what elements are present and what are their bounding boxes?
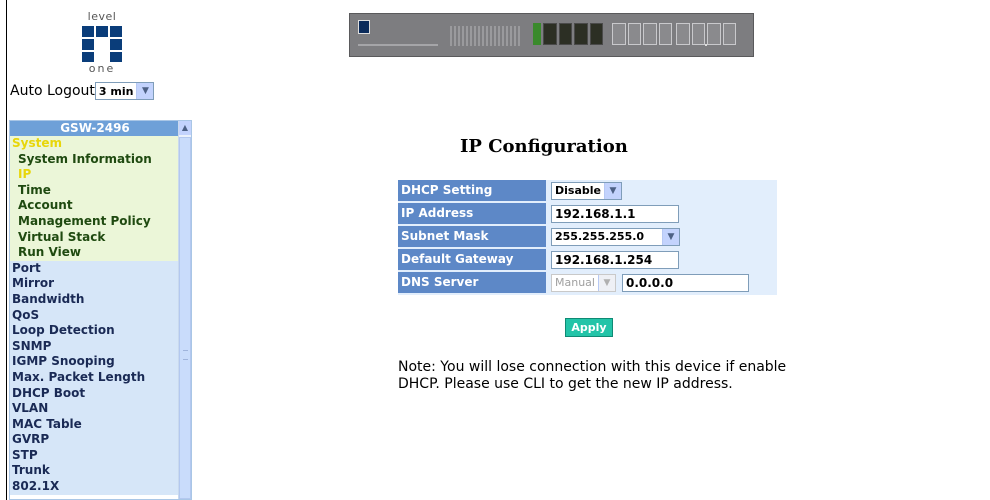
auto-logout-select[interactable]: 3 min ▼ (94, 82, 155, 100)
chevron-down-icon: ▼ (597, 274, 615, 291)
ip-address-label: IP Address (398, 203, 546, 224)
sidebar-item-run-view[interactable]: Run View (10, 245, 180, 261)
brand-mark-icon (82, 26, 122, 62)
sidebar-item-virtual-stack[interactable]: Virtual Stack (10, 229, 180, 246)
dhcp-setting-select[interactable]: Disable ▼ (551, 181, 622, 200)
brand-word-top: level (87, 10, 117, 23)
scroll-thumb[interactable] (179, 137, 191, 499)
subnet-mask-value: 255.255.255.0 (555, 230, 645, 243)
chevron-down-icon[interactable]: ▼ (136, 83, 154, 99)
sidebar-item-bandwidth[interactable]: Bandwidth (10, 291, 180, 308)
sidebar-item-ip[interactable]: IP (10, 167, 180, 183)
ip-address-input[interactable]: 192.168.1.1 (551, 204, 679, 223)
default-gateway-row: Default Gateway 192.168.1.254 (398, 249, 777, 270)
sidebar-scrollbar[interactable]: ▲ (178, 121, 191, 499)
dhcp-warning-note: Note: You will lose connection with this… (398, 359, 787, 392)
dhcp-setting-value: Disable (555, 184, 601, 197)
sfp-port-group-2 (676, 23, 736, 45)
sfp-port-group-1 (612, 23, 672, 45)
sidebar-item-qos[interactable]: QoS (10, 307, 180, 324)
device-dot (705, 44, 707, 46)
subnet-mask-row: Subnet Mask 255.255.255.0 ▼ (398, 226, 777, 247)
sidebar-item-mac-table[interactable]: MAC Table (10, 416, 180, 433)
port-led-icon (533, 23, 541, 45)
dns-mode-select: Manual ▼ (551, 273, 616, 292)
sidebar-item-time[interactable]: Time (10, 182, 180, 199)
subnet-mask-select[interactable]: 255.255.255.0 ▼ (551, 227, 680, 246)
rj45-port-group (543, 23, 603, 45)
device-model-text (358, 44, 438, 46)
auto-logout-value: 3 min (98, 84, 134, 98)
ip-config-table: DHCP Setting Disable ▼ IP Address 192.16… (398, 180, 777, 295)
sidebar-item-dhcp-boot[interactable]: DHCP Boot (10, 385, 180, 402)
chevron-down-icon[interactable]: ▼ (603, 182, 621, 199)
chevron-down-icon[interactable]: ▼ (662, 228, 679, 245)
sidebar: GSW-2496 System System Information IP Time A… (9, 120, 192, 500)
sidebar-item-vlan[interactable]: VLAN (10, 401, 180, 417)
default-gateway-input[interactable]: 192.168.1.254 (551, 250, 679, 269)
brand-word-bottom: one (88, 62, 116, 75)
left-border (6, 0, 7, 500)
sidebar-item-snmp[interactable]: SNMP (10, 338, 180, 355)
sidebar-item-stp[interactable]: STP (10, 447, 180, 464)
dns-server-row: DNS Server Manual ▼ 0.0.0.0 (398, 272, 777, 293)
switch-device-image (349, 13, 754, 57)
dns-mode-value: Manual (555, 276, 595, 289)
scroll-up-icon[interactable]: ▲ (179, 121, 191, 135)
dns-server-input[interactable]: 0.0.0.0 (621, 273, 749, 292)
subnet-mask-label: Subnet Mask (398, 226, 546, 247)
dns-server-label: DNS Server (398, 272, 546, 293)
sidebar-item-management-policy[interactable]: Management Policy (10, 213, 180, 230)
sidebar-list: System System Information IP Time Account Man… (10, 136, 180, 495)
auto-logout: Auto Logout 3 min ▼ (10, 80, 155, 102)
sidebar-item-trunk[interactable]: Trunk (10, 463, 180, 480)
sidebar-title: GSW-2496 (10, 121, 180, 136)
apply-button[interactable]: Apply (565, 318, 613, 337)
page-title: IP Configuration (460, 136, 628, 157)
sidebar-item-gvrp[interactable]: GVRP (10, 432, 180, 448)
default-gateway-label: Default Gateway (398, 249, 546, 270)
dhcp-setting-row: DHCP Setting Disable ▼ (398, 180, 777, 201)
dhcp-setting-label: DHCP Setting (398, 180, 546, 201)
sidebar-item-system[interactable]: System (10, 136, 180, 152)
brand-logo: level one (82, 10, 122, 75)
sidebar-item-system-information[interactable]: System Information (10, 151, 180, 168)
sidebar-item-loop-detection[interactable]: Loop Detection (10, 323, 180, 339)
ip-address-row: IP Address 192.168.1.1 (398, 203, 777, 224)
auto-logout-label: Auto Logout (10, 83, 95, 99)
sidebar-item-mirror[interactable]: Mirror (10, 276, 180, 292)
sidebar-item-port[interactable]: Port (10, 260, 180, 277)
device-vents (450, 26, 520, 46)
device-logo-icon (358, 20, 370, 34)
scroll-grip-icon (183, 350, 188, 360)
sidebar-item-account[interactable]: Account (10, 198, 180, 214)
sidebar-item-802-1x[interactable]: 802.1X (10, 479, 180, 495)
sidebar-item-igmp-snooping[interactable]: IGMP Snooping (10, 354, 180, 370)
sidebar-item-max-packet-length[interactable]: Max. Packet Length (10, 369, 180, 386)
